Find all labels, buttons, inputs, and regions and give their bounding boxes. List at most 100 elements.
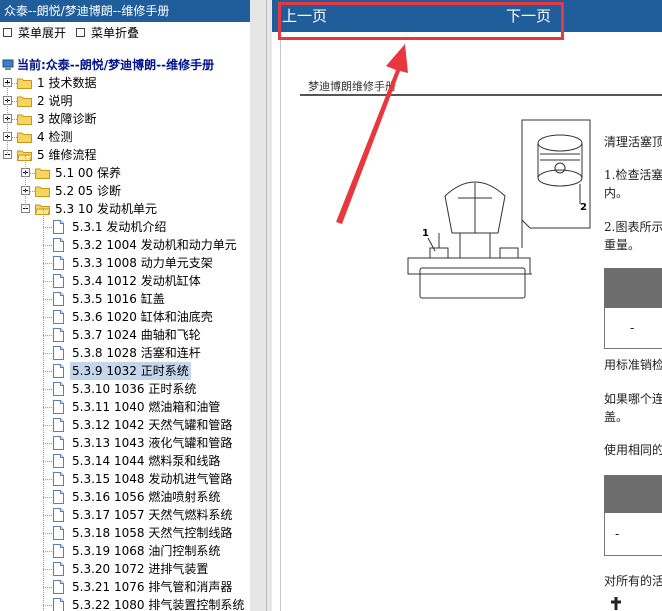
tree-item[interactable]: 5.3.6 1020 缸体和油底壳: [0, 308, 250, 326]
tree-item-label: 5.3.19 1068 油门控制系统: [72, 544, 221, 558]
tree-item[interactable]: 5.3.18 1058 天然气控制线路: [0, 524, 250, 542]
page-text-line: 1.检查活塞: [604, 168, 662, 182]
table-cell: -: [615, 527, 620, 541]
tree-item[interactable]: 5.3.14 1044 燃料泵和线路: [0, 452, 250, 470]
document-icon: [53, 418, 64, 432]
tree-item[interactable]: 1 技术数据: [0, 74, 250, 92]
document-icon: [53, 382, 64, 396]
document-icon: [53, 454, 64, 468]
document-icon: [53, 508, 64, 522]
tree-item[interactable]: 5.3.15 1048 发动机进气管路: [0, 470, 250, 488]
folder-icon: [17, 96, 32, 107]
splitter[interactable]: [250, 0, 272, 611]
tree-item-label: 5.3.10 1036 正时系统: [72, 382, 197, 396]
tree-item[interactable]: 5.3.8 1028 活塞和连杆: [0, 344, 250, 362]
tree-item[interactable]: 5.3.10 1036 正时系统: [0, 380, 250, 398]
tree-connector: [43, 245, 52, 246]
tree-connector: [43, 479, 52, 480]
tree-item-label: 5.3.15 1048 发动机进气管路: [72, 472, 233, 486]
table-cell: -: [630, 321, 635, 335]
tree-item-label: 5.3.4 1012 发动机缸体: [72, 274, 201, 288]
tree-item-label: 5.3.11 1040 燃油箱和油管: [72, 400, 221, 414]
tree-item[interactable]: 5.3.13 1043 液化气罐和管路: [0, 434, 250, 452]
page-text-line: 2.图表所示: [604, 220, 662, 234]
tree-connector: [43, 263, 52, 264]
tree-item-label: 5.3.21 1076 排气管和消声器: [72, 580, 233, 594]
document-icon: [53, 490, 64, 504]
page-text-line: 重量。: [604, 238, 641, 252]
tree-item[interactable]: 5 维修流程: [0, 146, 250, 164]
folder-icon: [17, 78, 32, 89]
tree-connector: [30, 191, 35, 192]
tree-item-label: 5.3.22 1080 排气装置控制系统: [72, 598, 245, 611]
tree-item[interactable]: 5.3.21 1076 排气管和消声器: [0, 578, 250, 596]
tree-item[interactable]: 4 检测: [0, 128, 250, 146]
tree-item[interactable]: 5.3.1 发动机介绍: [0, 218, 250, 236]
tree-item-label: 5.3.13 1043 液化气罐和管路: [72, 436, 233, 450]
tree-connector: [43, 335, 52, 336]
tree-item[interactable]: 2 说明: [0, 92, 250, 110]
tree-item-label: 5.3.9 1032 正时系统: [70, 362, 191, 380]
page-text-line: 使用相同的: [604, 443, 662, 457]
document-icon: [53, 436, 64, 450]
menu-collapse-button[interactable]: 菜单折叠: [76, 22, 139, 44]
tree-item-label: 5.3.18 1058 天然气控制线路: [72, 526, 233, 540]
tree-item-label: 5.3.12 1042 天然气罐和管路: [72, 418, 233, 432]
tree-connector: [43, 569, 52, 570]
tree-item[interactable]: 5.3.22 1080 排气装置控制系统: [0, 596, 250, 611]
page-text-line: 如果哪个连: [604, 392, 662, 406]
menu-row: 菜单展开 菜单折叠: [0, 22, 250, 44]
tree-item[interactable]: 5.3.17 1057 天然气燃料系统: [0, 506, 250, 524]
tree-item[interactable]: 5.3.5 1016 缸盖: [0, 290, 250, 308]
document-icon: [53, 472, 64, 486]
tree-item[interactable]: 5.3.20 1072 进排气装置: [0, 560, 250, 578]
tree-item-label: 5.3 10 发动机单元: [55, 202, 157, 216]
tree-item-label: 1 技术数据: [37, 76, 97, 90]
tree-item[interactable]: 5.3.3 1008 动力单元支架: [0, 254, 250, 272]
tree-item-label: 5.3.3 1008 动力单元支架: [72, 256, 213, 270]
tree-connector: [43, 497, 52, 498]
document-icon: [53, 544, 64, 558]
tree-connector: [43, 515, 52, 516]
current-label: 当前:众泰--朗悦/梦迪博朗--维修手册: [17, 58, 215, 72]
tree-connector: [43, 551, 52, 552]
tree-connector: [7, 83, 8, 155]
document-icon: [53, 274, 64, 288]
tree-connector: [43, 443, 52, 444]
current-location[interactable]: 当前:众泰--朗悦/梦迪博朗--维修手册: [2, 56, 214, 74]
tree-item-label: 5.3.14 1044 燃料泵和线路: [72, 454, 221, 468]
tree-item[interactable]: 5.3.19 1068 油门控制系统: [0, 542, 250, 560]
tree-connector: [43, 299, 52, 300]
tree-item[interactable]: 5.3.4 1012 发动机缸体: [0, 272, 250, 290]
tree-item[interactable]: 5.3 10 发动机单元: [0, 200, 250, 218]
tree-item[interactable]: 5.3.11 1040 燃油箱和油管: [0, 398, 250, 416]
tree-item[interactable]: 3 故障诊断: [0, 110, 250, 128]
menu-expand-button[interactable]: 菜单展开: [3, 22, 66, 44]
piston-scale-figure: 1 2: [407, 119, 591, 299]
page-header: 梦迪博朗维修手册: [308, 80, 396, 93]
table-header: [604, 475, 662, 513]
panel-title: 众泰--朗悦/梦迪博朗--维修手册: [0, 0, 250, 22]
document-icon: [53, 346, 64, 360]
tree-item[interactable]: 5.3.2 1004 发动机和动力单元: [0, 236, 250, 254]
tree-item-label: 5.3.6 1020 缸体和油底壳: [72, 310, 213, 324]
tree-item-selected[interactable]: 5.3.9 1032 正时系统: [0, 362, 250, 380]
tree-item-label: 2 说明: [37, 94, 73, 108]
tree-panel: 众泰--朗悦/梦迪博朗--维修手册 菜单展开 菜单折叠 当前:众泰--朗悦/梦迪…: [0, 0, 250, 611]
tree-item[interactable]: 5.3.12 1042 天然气罐和管路: [0, 416, 250, 434]
tree-item[interactable]: 5.1 00 保养: [0, 164, 250, 182]
tree-item[interactable]: 5.3.7 1024 曲轴和飞轮: [0, 326, 250, 344]
folder-icon: [17, 132, 32, 143]
document-icon: [53, 292, 64, 306]
tree-item[interactable]: 5.3.16 1056 燃油喷射系统: [0, 488, 250, 506]
tree-connector: [43, 353, 52, 354]
computer-icon: [2, 59, 14, 70]
tree-connector: [43, 371, 52, 372]
tree-item-label: 5.3.1 发动机介绍: [72, 220, 167, 234]
document-icon: [53, 598, 64, 611]
page-text-line: 用标准销检: [604, 358, 662, 372]
tree-connector: [43, 389, 52, 390]
tree-item[interactable]: 5.2 05 诊断: [0, 182, 250, 200]
document-icon: [53, 310, 64, 324]
menu-collapse-label: 菜单折叠: [91, 26, 140, 40]
